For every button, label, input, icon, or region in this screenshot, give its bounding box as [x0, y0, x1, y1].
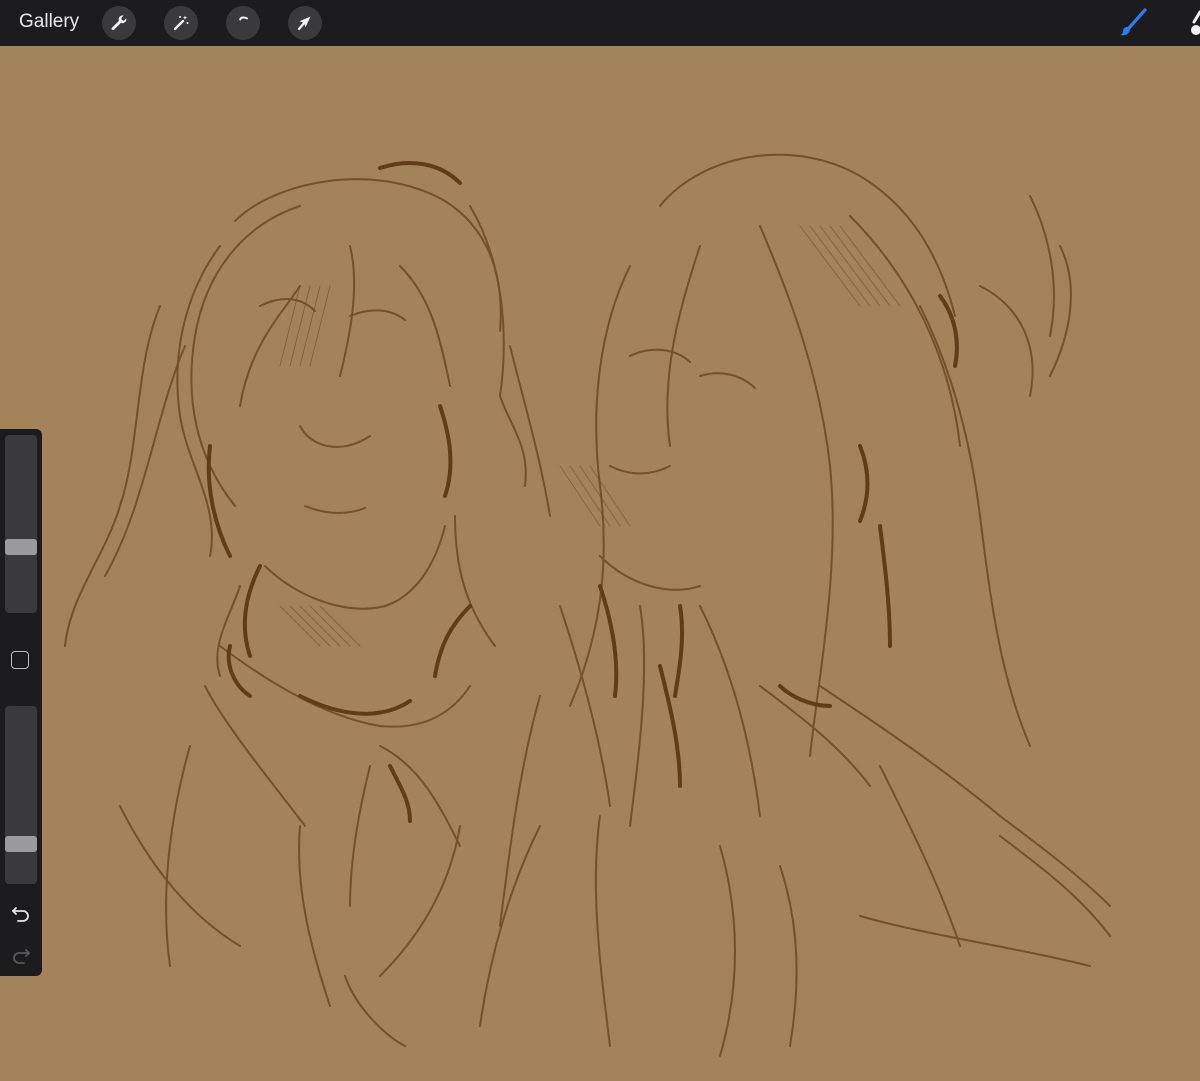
redo-icon [13, 949, 30, 964]
brush-size-slider[interactable] [5, 435, 37, 613]
modifier-button[interactable] [11, 651, 29, 669]
selection-button[interactable] [226, 6, 260, 40]
gallery-button[interactable]: Gallery [19, 11, 79, 33]
left-figure-sketch [64, 178, 551, 1047]
brush-opacity-thumb[interactable] [5, 835, 37, 852]
redo-button[interactable] [9, 945, 33, 965]
brush-icon [1120, 8, 1147, 36]
sketch-artwork [64, 153, 1111, 1057]
arrow-cursor-icon [297, 16, 311, 31]
smudge-button[interactable] [1188, 8, 1200, 38]
undo-button[interactable] [9, 903, 33, 923]
top-toolbar: Gallery [0, 0, 1200, 46]
brush-size-thumb[interactable] [5, 538, 37, 555]
hatching-strokes [279, 225, 901, 647]
brush-button[interactable] [1114, 6, 1150, 40]
adjustments-button[interactable] [164, 6, 198, 40]
drawing-canvas[interactable] [0, 46, 1200, 1076]
left-sidebar [0, 429, 42, 976]
left-figure-accents [206, 161, 472, 823]
actions-button[interactable] [102, 6, 136, 40]
wrench-icon [111, 15, 127, 31]
smudge-icon [1191, 10, 1200, 35]
selection-s-icon [239, 16, 248, 21]
right-figure-sketch [479, 153, 1111, 1057]
magic-wand-icon [173, 15, 189, 31]
undo-icon [12, 907, 29, 922]
brush-opacity-slider[interactable] [5, 706, 37, 884]
right-figure-accents [598, 294, 959, 788]
transform-button[interactable] [288, 6, 322, 40]
